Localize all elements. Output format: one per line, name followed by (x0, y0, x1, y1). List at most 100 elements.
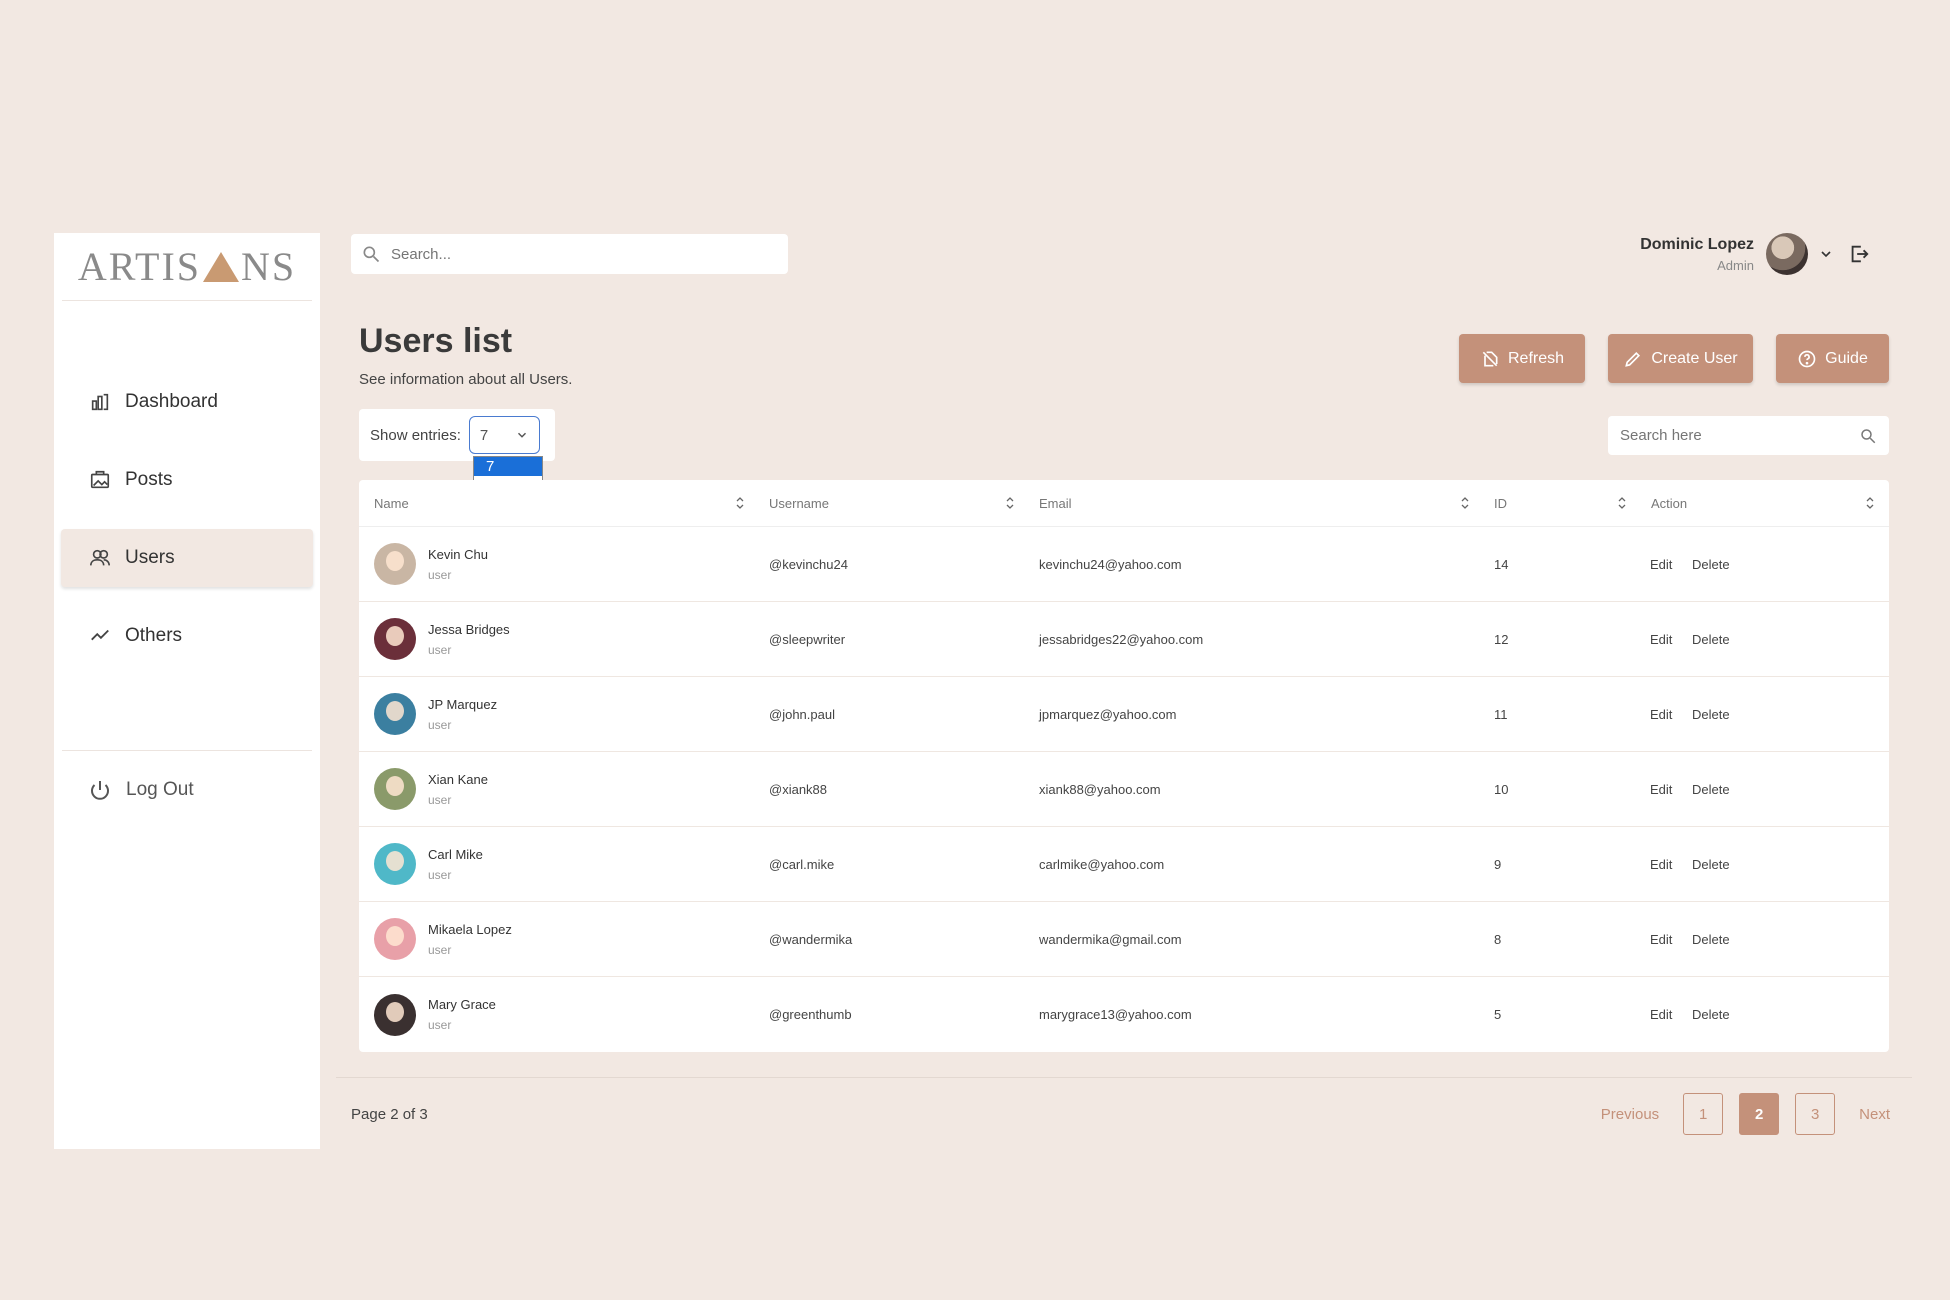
column-label: ID (1494, 495, 1507, 511)
cell-name: Kevin Chu user (359, 543, 759, 585)
column-header-name[interactable]: Name (359, 496, 759, 511)
column-header-id[interactable]: ID (1484, 496, 1641, 511)
global-search-input[interactable] (391, 245, 771, 263)
page-button-2[interactable]: 2 (1739, 1093, 1780, 1135)
sidebar-item-label: Others (125, 625, 183, 646)
table-search-input[interactable] (1620, 427, 1840, 444)
column-header-username[interactable]: Username (759, 496, 1029, 511)
cell-email: kevinchu24@yahoo.com (1039, 556, 1182, 572)
user-name: Xian Kane (428, 771, 488, 787)
table-row: Xian Kane user @xiank88 xiank88@yahoo.co… (359, 752, 1889, 827)
avatar (374, 843, 416, 885)
global-search[interactable] (351, 234, 788, 274)
delete-button[interactable]: Delete (1692, 632, 1730, 647)
refresh-label: Refresh (1507, 349, 1565, 367)
edit-button[interactable]: Edit (1650, 707, 1672, 722)
cell-name: Mikaela Lopez user (359, 918, 759, 960)
previous-button[interactable]: Previous (1601, 1106, 1659, 1123)
cell-name: Carl Mike user (359, 843, 759, 885)
sidebar-item-users[interactable]: Users (61, 529, 313, 587)
sidebar-item-label: Posts (125, 469, 173, 490)
avatar (374, 993, 416, 1036)
column-header-email[interactable]: Email (1029, 496, 1484, 511)
delete-button[interactable]: Delete (1692, 1007, 1730, 1022)
cell-email: xiank88@yahoo.com (1039, 781, 1161, 797)
sort-icon (1006, 497, 1014, 509)
user-role: Admin (1717, 257, 1754, 273)
guide-button[interactable]: Guide (1776, 334, 1889, 383)
sidebar-item-posts[interactable]: Posts (61, 451, 313, 509)
delete-button[interactable]: Delete (1692, 782, 1730, 797)
table-row: Jessa Bridges user @sleepwriter jessabri… (359, 602, 1889, 677)
page-info: Page 2 of 3 (351, 1106, 428, 1123)
logo-text-left: ARTIS (77, 244, 202, 289)
avatar (374, 768, 416, 810)
sort-icon (1618, 497, 1626, 509)
search-icon[interactable] (1859, 427, 1877, 445)
cell-email: jpmarquez@yahoo.com (1039, 706, 1177, 722)
pencil-icon (1625, 351, 1641, 367)
avatar[interactable] (1766, 233, 1808, 275)
chart-icon (91, 393, 109, 411)
refresh-icon (1482, 351, 1498, 366)
edit-button[interactable]: Edit (1650, 932, 1672, 947)
show-entries: Show entries: 7 (359, 409, 555, 461)
cell-action: Edit Delete (1641, 707, 1889, 722)
cell-username: @john.paul (769, 706, 835, 722)
sidebar-item-others[interactable]: Others (61, 607, 313, 665)
entries-select[interactable]: 7 (468, 416, 540, 454)
edit-button[interactable]: Edit (1650, 632, 1672, 647)
page-button-1[interactable]: 1 (1683, 1093, 1724, 1135)
table-row: Mikaela Lopez user @wandermika wandermik… (359, 902, 1889, 977)
table-search[interactable] (1608, 416, 1889, 455)
sort-icon (736, 497, 744, 509)
page-subtitle: See information about all Users. (359, 371, 573, 388)
avatar (374, 918, 416, 960)
logout-icon[interactable] (1848, 243, 1870, 265)
column-header-action[interactable]: Action (1641, 496, 1889, 511)
cell-username: @greenthumb (769, 1007, 852, 1022)
create-user-button[interactable]: Create User (1608, 334, 1753, 383)
page-title: Users list (359, 322, 513, 360)
page-button-3[interactable]: 3 (1795, 1093, 1836, 1135)
next-button[interactable]: Next (1859, 1106, 1890, 1123)
avatar (374, 543, 416, 585)
user-name: Carl Mike (428, 846, 483, 862)
cell-id: 11 (1494, 706, 1508, 722)
sort-icon (1866, 497, 1874, 509)
cell-name: Xian Kane user (359, 768, 759, 810)
sidebar-item-label: Users (125, 547, 175, 568)
table-row: JP Marquez user @john.paul jpmarquez@yah… (359, 677, 1889, 752)
user-role: user (428, 717, 452, 732)
table-row: Mary Grace user @greenthumb marygrace13@… (359, 977, 1889, 1052)
cell-action: Edit Delete (1641, 632, 1889, 647)
cell-email: carlmike@yahoo.com (1039, 856, 1165, 872)
refresh-button[interactable]: Refresh (1459, 334, 1585, 383)
create-user-label: Create User (1651, 349, 1738, 367)
user-role: user (428, 942, 452, 957)
users-icon (90, 549, 110, 566)
table-row: Kevin Chu user @kevinchu24 kevinchu24@ya… (359, 527, 1889, 602)
logo-triangle-icon (203, 251, 240, 282)
edit-button[interactable]: Edit (1650, 782, 1672, 797)
logout-button[interactable]: Log Out (88, 778, 194, 802)
edit-button[interactable]: Edit (1650, 557, 1672, 572)
user-name: Dominic Lopez (1640, 235, 1754, 253)
user-name: Mikaela Lopez (428, 921, 512, 937)
column-label: Username (769, 495, 829, 511)
cell-id: 12 (1494, 631, 1509, 647)
avatar (374, 618, 416, 660)
sort-icon (1461, 497, 1469, 509)
cell-name: Jessa Bridges user (359, 618, 759, 660)
delete-button[interactable]: Delete (1692, 707, 1730, 722)
delete-button[interactable]: Delete (1692, 857, 1730, 872)
delete-button[interactable]: Delete (1692, 557, 1730, 572)
table-row: Carl Mike user @carl.mike carlmike@yahoo… (359, 827, 1889, 902)
edit-button[interactable]: Edit (1650, 857, 1672, 872)
sidebar-item-dashboard[interactable]: Dashboard (61, 373, 313, 431)
delete-button[interactable]: Delete (1692, 932, 1730, 947)
entries-option[interactable]: 7 (474, 457, 542, 476)
user-menu[interactable]: Dominic Lopez Admin (1640, 233, 1870, 275)
edit-button[interactable]: Edit (1650, 1007, 1672, 1022)
chevron-down-icon[interactable] (1818, 246, 1834, 262)
